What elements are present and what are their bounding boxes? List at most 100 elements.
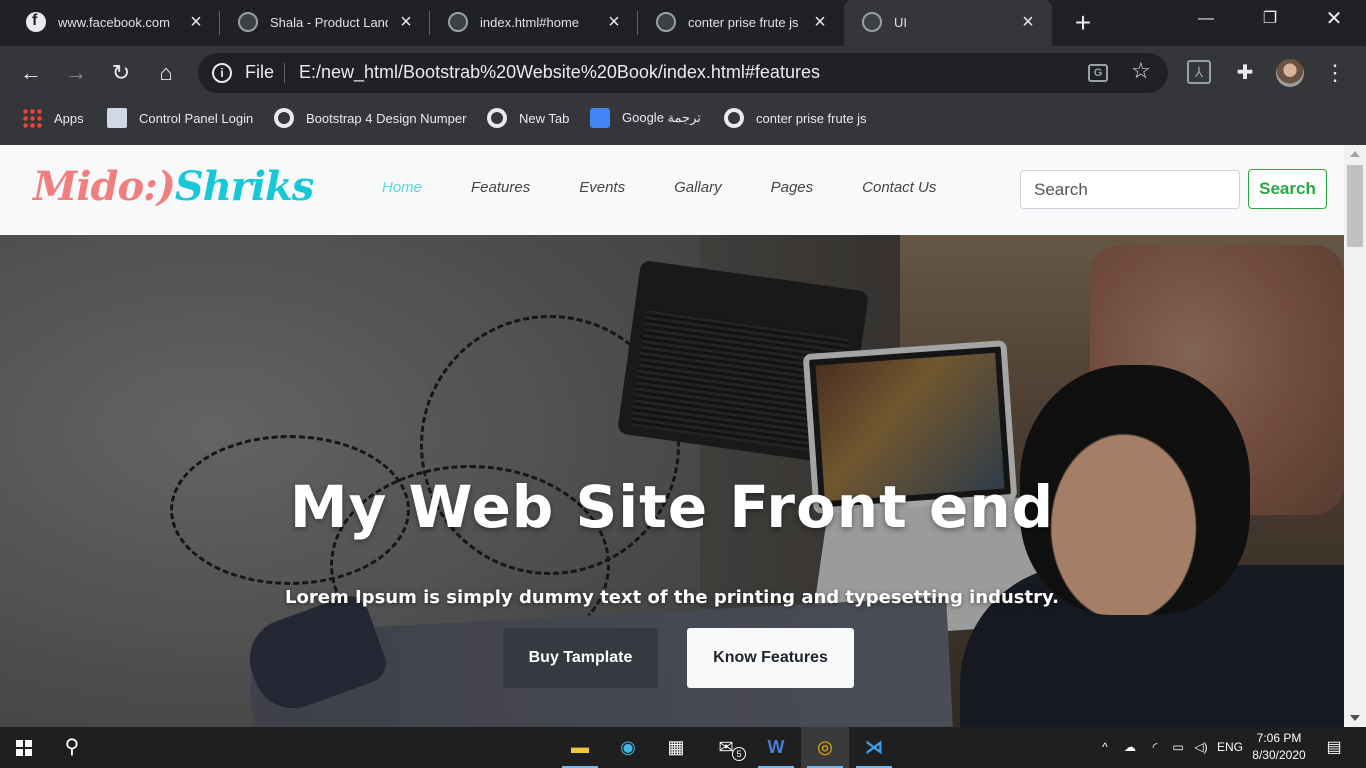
language-indicator[interactable]: ENG: [1214, 727, 1246, 768]
know-features-button[interactable]: Know Features: [687, 628, 854, 688]
url-text[interactable]: E:/new_html/Bootstrab%20Website%20Book/i…: [299, 62, 820, 83]
minimize-button[interactable]: —: [1174, 0, 1238, 40]
bookmark-control-panel[interactable]: Control Panel Login: [107, 106, 253, 130]
notifications-icon[interactable]: ▤: [1320, 727, 1348, 768]
edge-icon[interactable]: ◉: [604, 727, 652, 768]
bookmark-label: Bootstrap 4 Design Numper: [306, 110, 467, 126]
apps-grid-icon: [22, 108, 42, 128]
address-bar[interactable]: i File E:/new_html/Bootstrab%20Website%2…: [198, 53, 1168, 93]
windows-logo-icon: [16, 740, 32, 756]
chrome-icon[interactable]: ◎: [801, 727, 849, 768]
start-button[interactable]: [0, 727, 48, 768]
windows-taskbar: ⚲ ▬ ◉ ▦ ✉ 5 W ◎ ⋊ ^ ☁ ◜ ▭ ◁) ENG 7:06 PM …: [0, 727, 1366, 768]
close-icon[interactable]: ×: [396, 11, 416, 33]
bookmarks-bar: Apps Control Panel Login Bootstrap 4 Des…: [0, 100, 1366, 145]
close-icon[interactable]: ×: [604, 11, 624, 33]
tab-title: conter prise frute js: [688, 15, 799, 30]
site-logo[interactable]: Mido:)Shriks: [33, 163, 314, 210]
close-icon[interactable]: ×: [810, 11, 830, 33]
page-scrollbar[interactable]: [1344, 145, 1366, 727]
bookmark-new-tab[interactable]: New Tab: [487, 106, 569, 130]
restore-button[interactable]: ❐: [1238, 0, 1302, 40]
extensions-puzzle-icon[interactable]: ✚: [1232, 60, 1258, 86]
scheme-label: File: [245, 62, 275, 82]
tab-facebook[interactable]: www.facebook.com ×: [8, 0, 220, 46]
word-icon[interactable]: W: [752, 727, 800, 768]
scroll-down-arrow-icon[interactable]: [1350, 715, 1360, 721]
bookmark-conter-prise[interactable]: conter prise frute js: [724, 106, 867, 130]
bookmark-apps[interactable]: Apps: [22, 106, 84, 130]
bookmark-label: New Tab: [519, 110, 570, 126]
nav-features[interactable]: Features: [471, 179, 530, 196]
site-navbar: Mido:)Shriks Home Features Events Gallar…: [0, 145, 1344, 235]
globe-icon: [238, 12, 258, 32]
search-input[interactable]: Search: [1020, 170, 1240, 209]
scroll-up-arrow-icon[interactable]: [1350, 151, 1360, 157]
reload-button[interactable]: ↻: [106, 58, 136, 88]
tab-shala[interactable]: Shala - Product Landi ×: [220, 0, 430, 46]
logo-part-1: Mido:): [33, 163, 176, 210]
onedrive-cloud-icon[interactable]: ☁: [1120, 727, 1140, 768]
globe-icon: [724, 108, 744, 128]
close-icon[interactable]: ×: [186, 11, 206, 33]
clock-time: 7:06 PM: [1256, 731, 1302, 745]
globe-icon: [656, 12, 676, 32]
tab-strip: www.facebook.com × Shala - Product Landi…: [0, 0, 1366, 46]
pdf-extension-icon[interactable]: ⅄: [1187, 60, 1211, 84]
chevron-up-icon[interactable]: ^: [1096, 727, 1114, 768]
nav-links: Home Features Events Gallary Pages Conta…: [382, 179, 985, 196]
address-divider: [284, 63, 285, 83]
nav-pages[interactable]: Pages: [771, 179, 814, 196]
tab-title: www.facebook.com: [58, 15, 170, 30]
search-button[interactable]: Search: [1248, 169, 1327, 209]
tab-index-home[interactable]: index.html#home ×: [430, 0, 638, 46]
browser-toolbar: ← → ↻ ⌂ i File E:/new_html/Bootstrab%20W…: [0, 46, 1366, 100]
battery-icon[interactable]: ▭: [1168, 727, 1188, 768]
forward-button[interactable]: →: [61, 58, 91, 88]
menu-kebab-icon[interactable]: ⋮: [1322, 60, 1348, 86]
new-tab-button[interactable]: +: [1068, 8, 1098, 38]
nav-events[interactable]: Events: [579, 179, 625, 196]
clock-date: 8/30/2020: [1252, 748, 1306, 762]
tab-conter-prise[interactable]: conter prise frute js ×: [638, 0, 844, 46]
volume-icon[interactable]: ◁): [1191, 727, 1211, 768]
nav-contact-us[interactable]: Contact Us: [862, 179, 936, 196]
file-explorer-icon[interactable]: ▬: [556, 727, 604, 768]
bookmark-star-icon[interactable]: ☆: [1131, 58, 1151, 84]
google-translate-icon: [590, 108, 610, 128]
hero-subtitle: Lorem Ipsum is simply dummy text of the …: [285, 587, 1059, 608]
nav-home[interactable]: Home: [382, 179, 422, 196]
info-icon[interactable]: i: [212, 63, 232, 83]
hero-section: My Web Site Front end Lorem Ipsum is sim…: [0, 235, 1344, 727]
tab-ui-active[interactable]: UI ×: [844, 0, 1052, 46]
bookmark-google-translate[interactable]: Google ترجمة: [590, 106, 701, 130]
mail-icon[interactable]: ✉ 5: [702, 727, 750, 768]
facebook-icon: [26, 12, 46, 32]
globe-icon: [487, 108, 507, 128]
tab-title: UI: [894, 15, 907, 30]
store-icon[interactable]: ▦: [652, 727, 700, 768]
home-button[interactable]: ⌂: [151, 58, 181, 88]
wifi-icon[interactable]: ◜: [1145, 727, 1165, 768]
profile-avatar[interactable]: [1276, 59, 1304, 87]
translate-icon[interactable]: G: [1088, 64, 1108, 82]
close-icon[interactable]: ×: [1018, 11, 1038, 33]
vscode-icon[interactable]: ⋊: [850, 727, 898, 768]
nav-gallary[interactable]: Gallary: [674, 179, 722, 196]
tab-title: index.html#home: [480, 15, 579, 30]
bookmark-label: Apps: [54, 110, 84, 126]
bookmark-bootstrap[interactable]: Bootstrap 4 Design Numper: [274, 106, 466, 130]
mail-badge: 5: [732, 747, 746, 761]
bookmark-label: Google ترجمة: [622, 110, 701, 125]
buy-template-button[interactable]: Buy Tamplate: [503, 628, 658, 688]
back-button[interactable]: ←: [16, 58, 46, 88]
system-clock[interactable]: 7:06 PM 8/30/2020: [1244, 730, 1314, 764]
globe-icon: [862, 12, 882, 32]
hero-title: My Web Site Front end: [289, 473, 1055, 541]
close-window-button[interactable]: ✕: [1302, 0, 1366, 40]
search-icon[interactable]: ⚲: [48, 727, 96, 768]
scroll-thumb[interactable]: [1347, 165, 1363, 247]
logo-part-2: Shriks: [174, 163, 314, 210]
control-panel-icon: [107, 108, 127, 128]
tab-title: Shala - Product Landi: [270, 15, 388, 30]
